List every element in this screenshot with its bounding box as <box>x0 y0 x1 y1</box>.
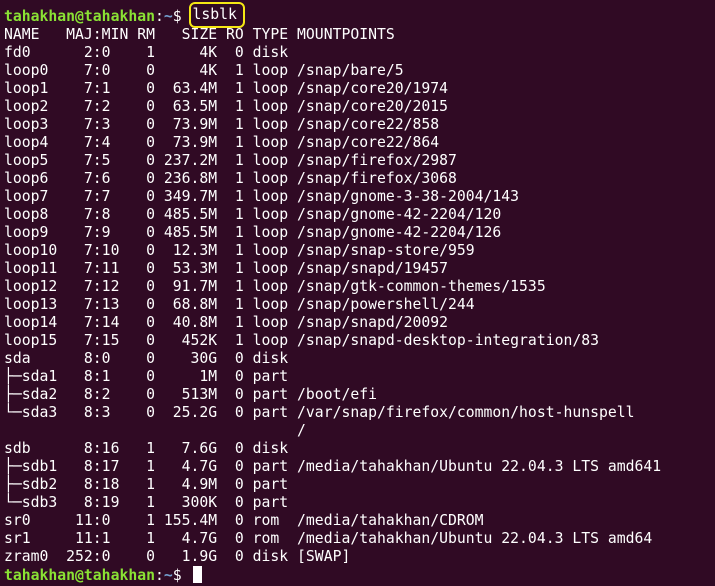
output-row: fd0 2:0 1 4K 0 disk <box>4 44 298 61</box>
command-highlight: lsblk <box>188 2 245 28</box>
prompt-path: ~ <box>163 8 173 25</box>
terminal-window[interactable]: tahakhan@tahakhan:~$ lsblk NAME MAJ:MIN … <box>0 0 715 586</box>
output-row: sda 8:0 0 30G 0 disk <box>4 350 298 367</box>
output-row: └─sda3 8:3 0 25.2G 0 part /var/snap/fire… <box>4 404 635 421</box>
command-text: lsblk <box>192 6 237 23</box>
output-row: loop13 7:13 0 68.8M 1 loop /snap/powersh… <box>4 296 475 313</box>
output-row: ├─sda2 8:2 0 513M 0 part /boot/efi <box>4 386 377 403</box>
command-line: tahakhan@tahakhan:~$ lsblk <box>4 2 715 28</box>
output-row: / <box>4 422 306 439</box>
prompt-symbol: $ <box>172 8 182 25</box>
prompt-colon: : <box>154 8 164 25</box>
output-header-row: NAME MAJ:MIN RM SIZE RO TYPE MOUNTPOINTS <box>4 26 395 43</box>
output-row: loop1 7:1 0 63.4M 1 loop /snap/core20/19… <box>4 80 449 97</box>
output-row: loop12 7:12 0 91.7M 1 loop /snap/gtk-com… <box>4 278 546 295</box>
output-row: sdb 8:16 1 7.6G 0 disk <box>4 440 298 457</box>
output-row: loop0 7:0 0 4K 1 loop /snap/bare/5 <box>4 62 404 79</box>
output-row: loop15 7:15 0 452K 1 loop /snap/snapd-de… <box>4 332 599 349</box>
text-cursor <box>192 566 202 583</box>
output-row: loop14 7:14 0 40.8M 1 loop /snap/snapd/2… <box>4 314 449 331</box>
output-row: loop6 7:6 0 236.8M 1 loop /snap/firefox/… <box>4 170 457 187</box>
command-output: NAME MAJ:MIN RM SIZE RO TYPE MOUNTPOINTS… <box>4 26 715 566</box>
prompt-user-host: tahakhan@tahakhan <box>4 567 155 584</box>
output-row: loop4 7:4 0 73.9M 1 loop /snap/core22/86… <box>4 134 440 151</box>
output-row: loop5 7:5 0 237.2M 1 loop /snap/firefox/… <box>4 152 457 169</box>
output-row: sr0 11:0 1 155.4M 0 rom /media/tahakhan/… <box>4 512 484 529</box>
output-row: loop11 7:11 0 53.3M 1 loop /snap/snapd/1… <box>4 260 449 277</box>
prompt-user-host: tahakhan@tahakhan <box>4 8 155 25</box>
output-row: loop8 7:8 0 485.5M 1 loop /snap/gnome-42… <box>4 206 502 223</box>
prompt-path: ~ <box>163 567 173 584</box>
output-row: loop2 7:2 0 63.5M 1 loop /snap/core20/20… <box>4 98 449 115</box>
output-row: └─sdb3 8:19 1 300K 0 part <box>4 494 298 511</box>
output-row: loop9 7:9 0 485.5M 1 loop /snap/gnome-42… <box>4 224 502 241</box>
output-row: zram0 252:0 0 1.9G 0 disk [SWAP] <box>4 548 351 565</box>
output-row: ├─sdb2 8:18 1 4.9M 0 part <box>4 476 298 493</box>
output-row: sr1 11:1 1 4.7G 0 rom /media/tahakhan/Ub… <box>4 530 653 547</box>
prompt-symbol: $ <box>172 567 182 584</box>
output-row: ├─sdb1 8:17 1 4.7G 0 part /media/tahakha… <box>4 458 662 475</box>
prompt-colon: : <box>154 567 164 584</box>
output-row: loop3 7:3 0 73.9M 1 loop /snap/core22/85… <box>4 116 440 133</box>
output-row: loop7 7:7 0 349.7M 1 loop /snap/gnome-3-… <box>4 188 520 205</box>
output-row: loop10 7:10 0 12.3M 1 loop /snap/snap-st… <box>4 242 475 259</box>
input-prompt-line[interactable]: tahakhan@tahakhan:~$ <box>4 566 715 584</box>
output-row: ├─sda1 8:1 0 1M 0 part <box>4 368 298 385</box>
